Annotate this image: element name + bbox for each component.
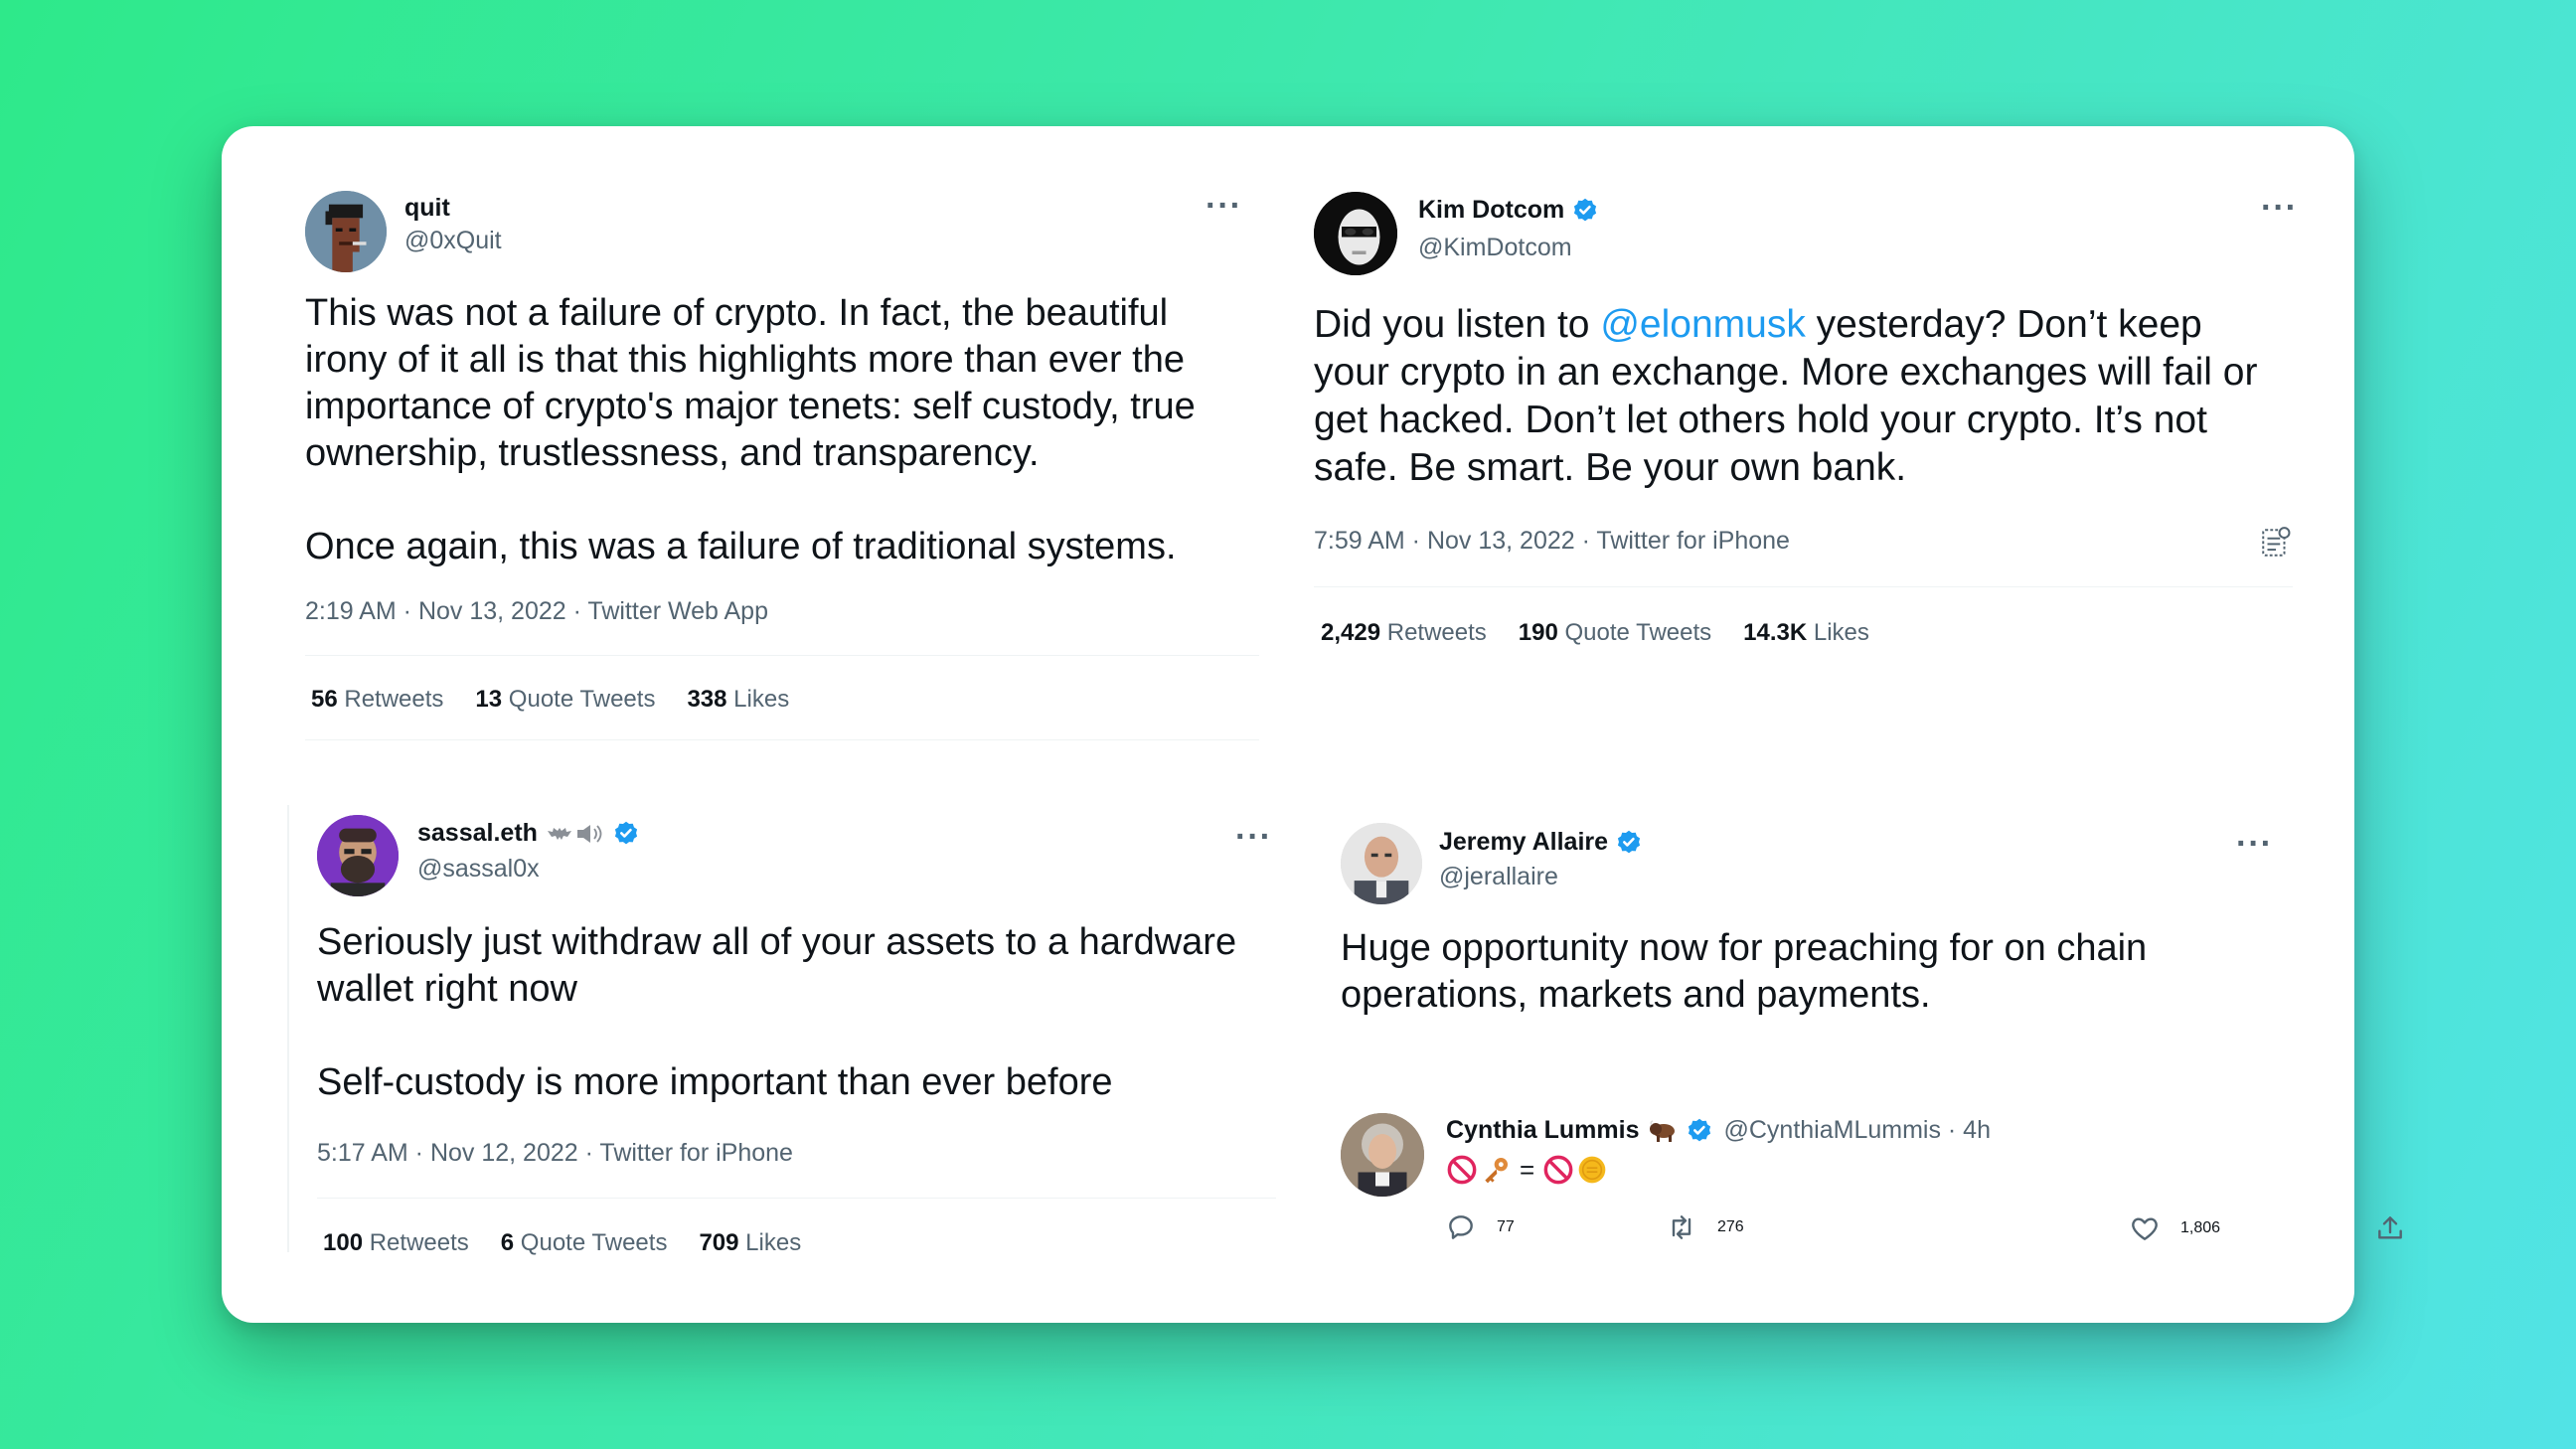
avatar[interactable] [1314,192,1397,275]
display-name[interactable]: Jeremy Allaire [1439,828,1608,857]
avatar[interactable] [1341,823,1422,904]
tweet-text: Did you listen to @elonmusk yesterday? D… [1314,301,2257,492]
key-icon [1485,1158,1508,1184]
text-line: importance of crypto's major tenets: sel… [305,386,1196,427]
display-name[interactable]: Cynthia Lummis [1446,1116,1639,1145]
text-line [305,477,1196,524]
emoji-equation: = [1446,1154,1608,1186]
quote-tweets-stat[interactable]: 190 Quote Tweets [1519,619,1711,647]
tweet-text: Huge opportunity now for preaching for o… [1341,925,2147,1019]
avatar[interactable] [1341,1113,1424,1197]
tweet-timestamp[interactable]: 2:19 AM · Nov 13, 2022 · Twitter Web App [305,597,768,626]
likes-stat[interactable]: 338 Likes [687,686,789,714]
user-handle[interactable]: @KimDotcom [1418,234,1572,262]
user-handle[interactable]: @sassal0x [417,855,540,884]
text-line: your crypto in an exchange. More exchang… [1314,351,2258,394]
display-name[interactable]: Kim Dotcom [1418,196,1564,225]
verified-badge-icon [1689,1118,1711,1141]
share-icon[interactable] [2374,1212,2406,1244]
reply-action[interactable]: 77 [1445,1211,1515,1243]
mention-link[interactable]: @elonmusk [1600,303,1806,346]
verified-badge-icon [614,821,638,844]
quote-tweets-stat[interactable]: 13 Quote Tweets [475,686,655,714]
text-line: Did you listen to @elonmusk yesterday? D… [1314,303,2202,346]
divider [305,655,1259,656]
avatar[interactable] [305,191,387,272]
text-line: irony of it all is that this highlights … [305,339,1186,381]
likes-stat[interactable]: 14.3K Likes [1743,619,1869,647]
user-handle[interactable]: @jerallaire [1439,863,1558,891]
text-line: Huge opportunity now for preaching for o… [1341,927,2148,969]
text-line: Once again, this was a failure of tradit… [305,526,1177,567]
text-line [317,1013,1236,1059]
verified-badge-icon [1574,198,1597,221]
user-handle[interactable]: @0xQuit [404,227,502,255]
avatar[interactable] [317,815,399,896]
analytics-icon[interactable] [2259,526,2293,560]
reply-icon[interactable] [1445,1211,1477,1243]
bat-emoji-icon [547,827,571,840]
text-line: This was not a failure of crypto. In fac… [305,292,1169,334]
like-icon[interactable] [2129,1212,2161,1244]
woman-avatar-image [1341,1113,1424,1197]
masked-face-avatar-image [1314,192,1397,275]
tweet-stats: 56 Retweets 13 Quote Tweets 338 Likes [311,686,821,714]
retweets-stat[interactable]: 100 Retweets [323,1229,469,1257]
text-line: Seriously just withdraw all of your asse… [317,921,1237,963]
text-line: wallet right now [317,968,577,1010]
text-line: get hacked. Don’t let others hold your c… [1314,399,2207,441]
divider [305,739,1259,740]
prohibited-icon [1447,1155,1477,1185]
retweets-stat[interactable]: 2,429 Retweets [1321,619,1487,647]
punk-avatar-image [305,191,387,272]
text-line: Self-custody is more important than ever… [317,1061,1113,1103]
retweets-stat[interactable]: 56 Retweets [311,686,443,714]
display-name[interactable]: sassal.eth [417,819,538,848]
likes-stat[interactable]: 709 Likes [699,1229,801,1257]
tweet-collage-card: quit @0xQuit ··· This was not a failure … [222,126,2402,1323]
equals-sign: = [1520,1154,1535,1185]
tweet-timestamp[interactable]: 7:59 AM · Nov 13, 2022 · Twitter for iPh… [1314,527,1790,556]
tweet-stats: 100 Retweets 6 Quote Tweets 709 Likes [323,1229,833,1257]
text-line: operations, markets and payments. [1341,974,1931,1016]
coin-icon [1578,1156,1606,1184]
handle-and-time[interactable]: @CynthiaMLummis · 4h [1723,1116,1991,1145]
tweet-text: This was not a failure of crypto. In fac… [305,290,1196,570]
retweet-action[interactable]: 276 [1666,1211,1744,1243]
retweet-icon[interactable] [1666,1211,1697,1243]
reply-count: 77 [1497,1218,1515,1235]
more-icon[interactable]: ··· [1206,189,1242,223]
divider [1314,586,2293,587]
more-icon[interactable]: ··· [2236,827,2273,861]
divider [317,1198,1276,1199]
more-icon[interactable]: ··· [1235,820,1272,854]
like-action-main[interactable]: 1,806 [2129,1212,2220,1244]
bald-man-avatar-image [1341,823,1422,904]
tweet-timestamp[interactable]: 5:17 AM · Nov 12, 2022 · Twitter for iPh… [317,1139,793,1168]
verified-badge-icon [1617,830,1641,853]
text-line: safe. Be smart. Be your own bank. [1314,446,1907,489]
divider [287,805,289,1252]
bison-emoji-icon [1650,1119,1676,1142]
display-name[interactable]: quit [404,194,450,223]
prohibited-icon [1543,1155,1573,1185]
text-line: ownership, trustlessness, and transparen… [305,432,1040,474]
more-icon[interactable]: ··· [2261,191,2298,225]
tweet-stats: 2,429 Retweets 190 Quote Tweets 14.3K Li… [1321,619,1901,647]
retweet-count: 276 [1717,1218,1744,1235]
like-count: 1,806 [2180,1219,2221,1236]
tweet-text: Seriously just withdraw all of your asse… [317,919,1236,1106]
bearded-man-avatar-image [317,815,399,896]
quote-tweets-stat[interactable]: 6 Quote Tweets [501,1229,668,1257]
speaker-emoji-icon [576,824,602,843]
